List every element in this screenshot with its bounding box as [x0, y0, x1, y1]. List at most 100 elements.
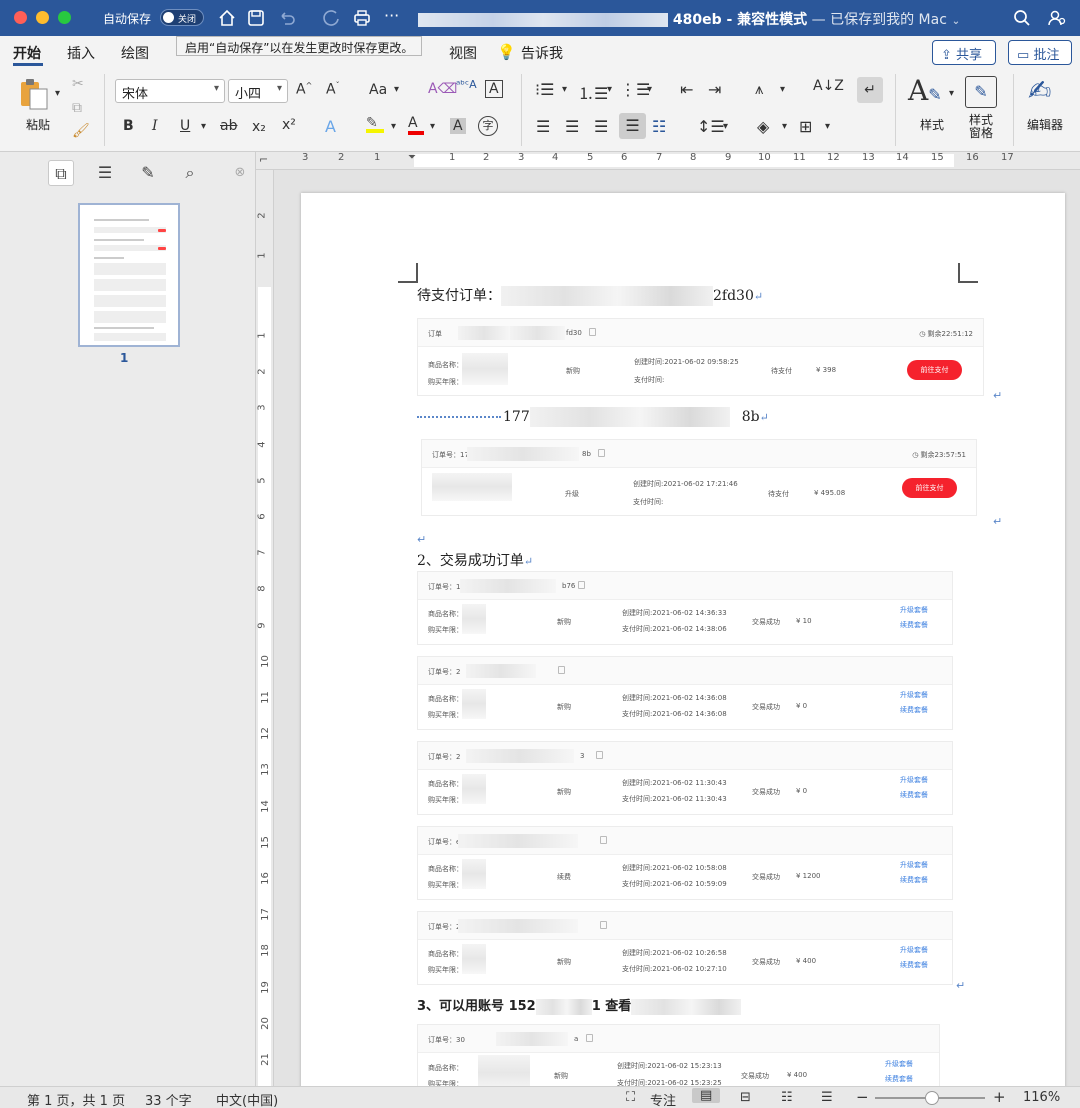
copy-icon[interactable]	[586, 1034, 593, 1042]
language[interactable]: 中文(中国)	[216, 1090, 278, 1108]
draft-view-icon[interactable]: ☰	[821, 1090, 833, 1105]
renew-link[interactable]: 续费套餐	[900, 705, 928, 715]
copy-icon[interactable]	[596, 751, 603, 759]
copy-icon[interactable]	[589, 328, 596, 336]
renew-link[interactable]: 续费套餐	[900, 875, 928, 885]
subscript-button[interactable]: x₂	[252, 119, 266, 135]
copy-icon[interactable]	[598, 449, 605, 457]
change-case-button[interactable]: Aa	[369, 82, 387, 98]
chevron-down-icon[interactable]: ▾	[562, 84, 567, 95]
word-count[interactable]: 33 个字	[145, 1090, 192, 1108]
copy-icon[interactable]: ⧉	[72, 100, 82, 116]
character-shading-icon[interactable]: A	[450, 118, 466, 134]
copy-icon[interactable]	[578, 581, 585, 589]
indent-marker-icon[interactable]: ⏷	[408, 152, 416, 163]
copy-icon[interactable]	[600, 921, 607, 929]
print-layout-icon[interactable]: ▤	[692, 1088, 721, 1103]
borders-icon[interactable]: ⊞	[799, 117, 812, 136]
page-count[interactable]: 第 1 页，共 1 页	[27, 1090, 125, 1108]
phonetic-guide-icon[interactable]: ᵃᵇᶜA	[456, 78, 477, 91]
share-button[interactable]: ⇪ 共享	[932, 40, 996, 65]
chevron-down-icon[interactable]: ▾	[949, 88, 954, 99]
upgrade-link[interactable]: 升级套餐	[900, 605, 928, 615]
home-icon[interactable]	[216, 7, 238, 29]
line-second-order[interactable]: 177 8b↵	[417, 407, 769, 427]
copy-icon[interactable]	[600, 836, 607, 844]
align-center-icon[interactable]: ☰	[565, 117, 579, 136]
sort-icon[interactable]: A↓Z	[813, 78, 844, 94]
shading-icon[interactable]: ◈	[757, 117, 769, 136]
upgrade-link[interactable]: 升级套餐	[885, 1059, 913, 1069]
clear-formatting-icon[interactable]: A⌫	[428, 81, 457, 97]
asian-layout-icon[interactable]: ⩚	[755, 80, 763, 98]
superscript-button[interactable]: x²	[282, 117, 296, 133]
focus-icon[interactable]: ⛶	[626, 1090, 635, 1105]
strikethrough-button[interactable]: ab	[220, 118, 237, 134]
character-border-icon[interactable]: A	[485, 80, 503, 98]
multilevel-list-icon[interactable]: ⋮☰	[620, 80, 650, 99]
more-icon[interactable]: ···	[384, 6, 406, 28]
cut-icon[interactable]: ✂	[72, 76, 84, 92]
chevron-down-icon[interactable]: ▾	[394, 84, 399, 95]
account-icon[interactable]	[1046, 7, 1068, 29]
tab-home[interactable]: 开始	[13, 43, 41, 63]
chevron-down-icon[interactable]: ▾	[391, 121, 396, 132]
pay-button[interactable]: 前往支付	[907, 360, 962, 380]
upgrade-link[interactable]: 升级套餐	[900, 945, 928, 955]
zoom-in-icon[interactable]: +	[993, 1088, 1006, 1106]
search-icon[interactable]	[1011, 7, 1033, 29]
print-icon[interactable]	[351, 7, 373, 29]
chevron-down-icon[interactable]: ▾	[723, 121, 728, 132]
chevron-down-icon[interactable]: ▾	[780, 84, 785, 95]
distributed-icon[interactable]: ☷	[652, 117, 666, 136]
italic-button[interactable]: I	[152, 118, 158, 134]
thumbnails-icon[interactable]: ⧉	[48, 160, 74, 186]
font-size-select[interactable]: 小四 ▾	[228, 79, 288, 103]
styles-icon[interactable]: A✎	[908, 74, 942, 107]
renew-link[interactable]: 续费套餐	[885, 1074, 913, 1084]
undo-icon[interactable]	[276, 7, 298, 29]
minimize-window-button[interactable]	[36, 11, 49, 24]
renew-link[interactable]: 续费套餐	[900, 620, 928, 630]
renew-link[interactable]: 续费套餐	[900, 790, 928, 800]
tab-view[interactable]: 视图	[449, 43, 477, 63]
upgrade-link[interactable]: 升级套餐	[900, 775, 928, 785]
styles-pane-icon[interactable]: ✎	[965, 76, 997, 108]
chevron-down-icon[interactable]: ▾	[647, 84, 652, 95]
editor-icon[interactable]: ✍	[1028, 74, 1051, 107]
line-spacing-icon[interactable]: ↕☰	[697, 117, 725, 136]
decrease-indent-icon[interactable]: ⇤	[680, 80, 693, 99]
copy-icon[interactable]	[558, 666, 565, 674]
zoom-level[interactable]: 116%	[1023, 1090, 1060, 1105]
shrink-font-icon[interactable]: Aˇ	[326, 81, 340, 98]
upgrade-link[interactable]: 升级套餐	[900, 860, 928, 870]
editor-label[interactable]: 编辑器	[1023, 116, 1067, 133]
paste-icon[interactable]	[16, 76, 52, 112]
upgrade-link[interactable]: 升级套餐	[900, 690, 928, 700]
format-painter-icon[interactable]: 🖌	[72, 123, 90, 139]
align-right-icon[interactable]: ☰	[594, 117, 608, 136]
chevron-down-icon[interactable]: ▾	[607, 84, 612, 95]
chevron-down-icon[interactable]: ▾	[430, 121, 435, 132]
zoom-slider-handle[interactable]	[925, 1091, 939, 1105]
tab-draw[interactable]: 绘图	[121, 43, 149, 63]
edit-list-icon[interactable]: ✎	[135, 160, 161, 186]
enclose-characters-icon[interactable]: 字	[478, 116, 498, 136]
styles-pane-label[interactable]: 样式 窗格	[963, 114, 999, 140]
maximize-window-button[interactable]	[58, 11, 71, 24]
close-window-button[interactable]	[14, 11, 27, 24]
tab-insert[interactable]: 插入	[67, 43, 95, 63]
save-icon[interactable]	[245, 7, 267, 29]
autosave-toggle[interactable]: 关闭	[160, 9, 204, 26]
bullets-icon[interactable]: ⁝☰	[535, 80, 554, 99]
page-thumbnail[interactable]	[78, 203, 180, 347]
underline-button[interactable]: U	[180, 118, 190, 134]
web-layout-icon[interactable]: ⊟	[740, 1090, 751, 1105]
outline-icon[interactable]: ☰	[92, 160, 118, 186]
chevron-down-icon[interactable]: ▾	[825, 121, 830, 132]
increase-indent-icon[interactable]: ⇥	[708, 80, 721, 99]
tab-stop-icon[interactable]: ⌐	[259, 153, 268, 166]
outline-view-icon[interactable]: ☷	[781, 1090, 793, 1105]
justify-icon[interactable]: ☰	[619, 113, 646, 139]
font-name-select[interactable]: 宋体 ▾	[115, 79, 225, 103]
